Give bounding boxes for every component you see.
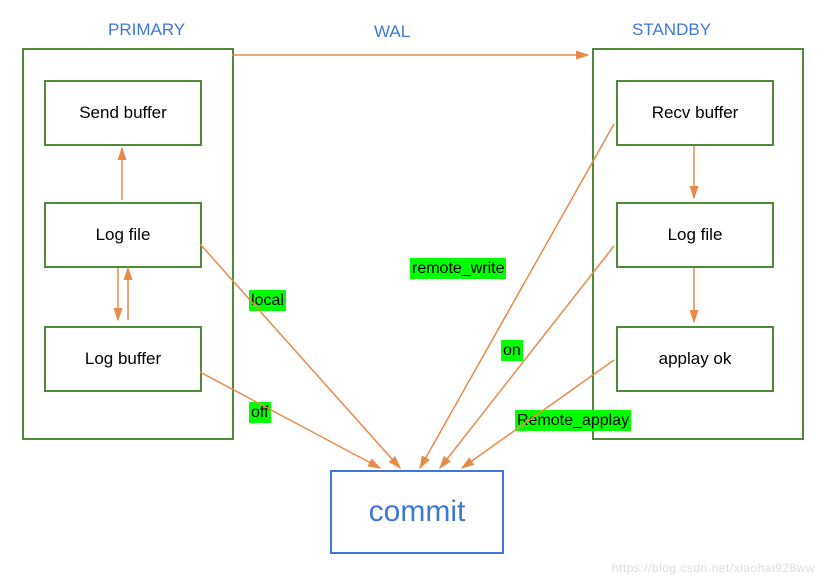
primary-log-file-box: Log file [44, 202, 202, 268]
standby-title: STANDBY [632, 20, 711, 40]
tag-on: on [501, 340, 523, 361]
standby-log-file-label: Log file [668, 225, 723, 245]
primary-log-file-label: Log file [96, 225, 151, 245]
commit-label: commit [369, 495, 466, 529]
tag-remote-write: remote_write [410, 258, 506, 279]
primary-title: PRIMARY [108, 20, 185, 40]
watermark: https://blog.csdn.net/xiaohai928ww [612, 561, 815, 575]
send-buffer-box: Send buffer [44, 80, 202, 146]
arrow-on [440, 246, 614, 468]
applay-ok-label: applay ok [659, 349, 732, 369]
standby-log-file-box: Log file [616, 202, 774, 268]
log-buffer-box: Log buffer [44, 326, 202, 392]
wal-title: WAL [374, 22, 410, 42]
recv-buffer-label: Recv buffer [652, 103, 739, 123]
tag-local: local [249, 290, 286, 311]
send-buffer-label: Send buffer [79, 103, 167, 123]
commit-box: commit [330, 470, 504, 554]
recv-buffer-box: Recv buffer [616, 80, 774, 146]
applay-ok-box: applay ok [616, 326, 774, 392]
tag-remote-applay: Remote_applay [515, 410, 631, 431]
log-buffer-label: Log buffer [85, 349, 161, 369]
tag-off: off [249, 402, 271, 423]
